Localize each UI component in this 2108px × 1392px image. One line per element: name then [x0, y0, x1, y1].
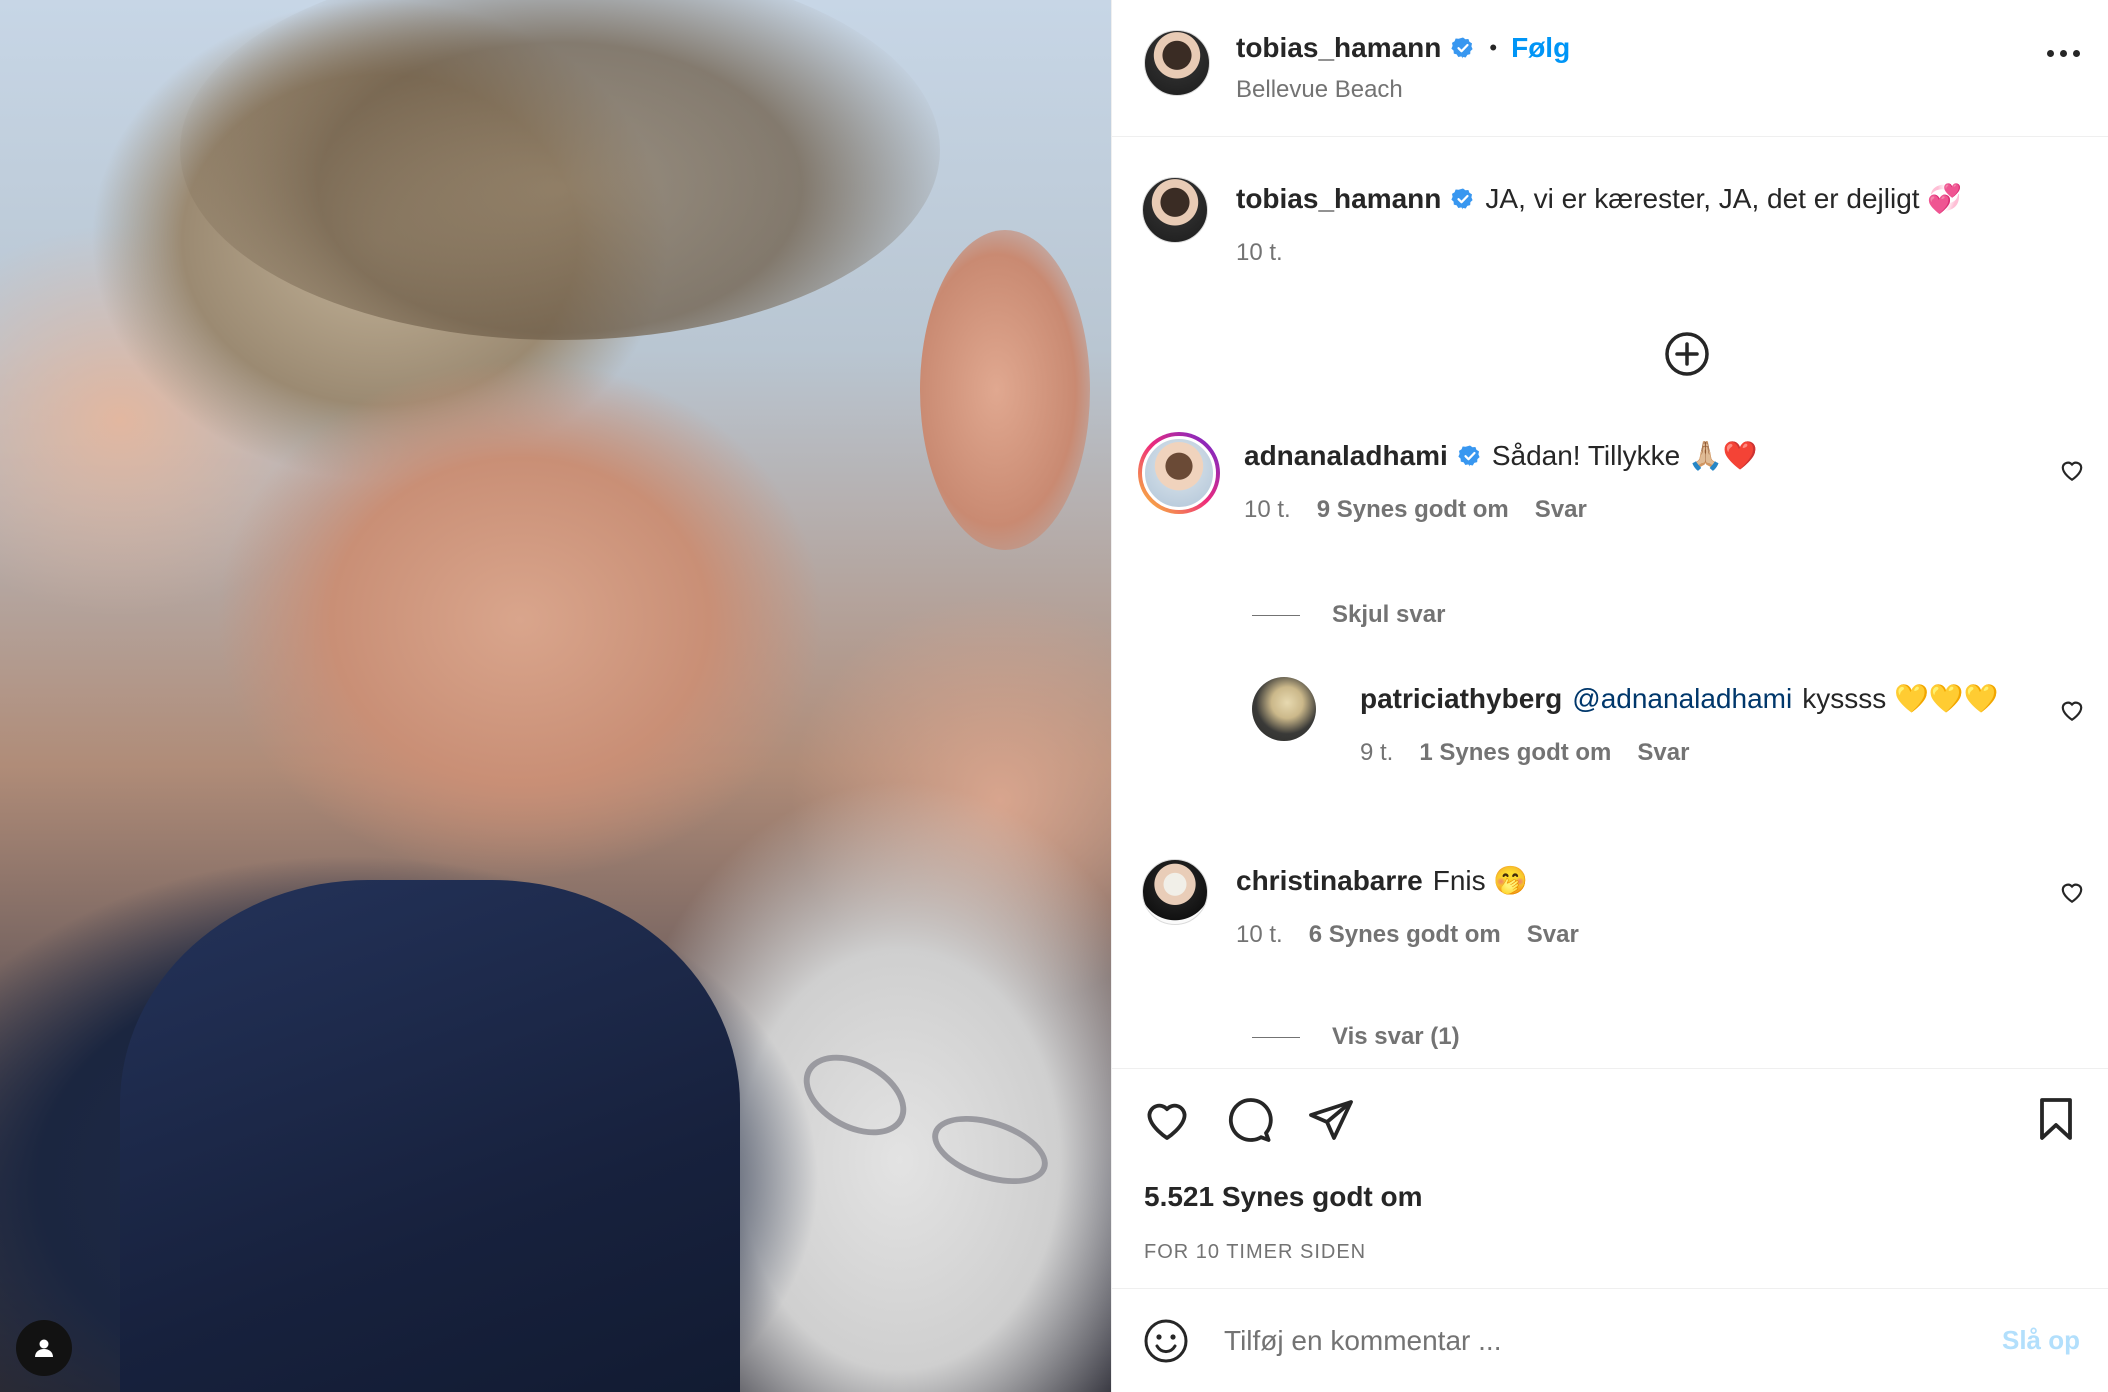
comment-input[interactable] — [1224, 1324, 2002, 1357]
caption-time: 10 t. — [1236, 239, 1283, 266]
post-comment-button[interactable]: Slå op — [2002, 1325, 2080, 1356]
author-avatar[interactable] — [1144, 30, 1210, 96]
comment-text: Fnis 🤭 — [1432, 865, 1529, 896]
instagram-post-modal: tobias_hamann • Følg Bellevue Beach tobi… — [0, 0, 2108, 1392]
comment-username[interactable]: christinabarre — [1236, 859, 1423, 903]
hide-replies-toggle[interactable]: Skjul svar — [1252, 601, 1445, 629]
reply-button[interactable]: Svar — [1535, 496, 1587, 524]
reply-like-heart-icon[interactable] — [2059, 697, 2085, 723]
comment-likes[interactable]: 6 Synes godt om — [1309, 921, 1501, 949]
reply-username[interactable]: patriciathyberg — [1360, 677, 1562, 721]
comment-username[interactable]: adnanaladhami — [1244, 434, 1448, 478]
comment-likes[interactable]: 9 Synes godt om — [1317, 496, 1509, 524]
separator-dot: • — [1489, 35, 1498, 60]
commenter-avatar[interactable] — [1138, 432, 1220, 514]
tagged-users-button[interactable] — [16, 1320, 72, 1376]
post-location[interactable]: Bellevue Beach — [1236, 76, 1570, 104]
reply-time: 9 t. — [1360, 739, 1394, 766]
comment-time: 10 t. — [1244, 496, 1291, 523]
comment-text: Sådan! Tillykke 🙏🏼❤️ — [1491, 440, 1758, 471]
reply-button[interactable]: Svar — [1637, 739, 1689, 767]
photo-detail — [790, 1038, 920, 1152]
post-timestamp: FOR 10 TIMER SIDEN — [1144, 1241, 1367, 1263]
emoji-icon[interactable] — [1142, 1317, 1190, 1365]
add-comment-bar: Slå op — [1112, 1288, 2108, 1392]
follow-button[interactable]: Følg — [1511, 32, 1570, 64]
like-button[interactable] — [1142, 1095, 1192, 1145]
author-avatar[interactable] — [1142, 177, 1208, 243]
comments-list[interactable]: tobias_hamann JA, vi er kærester, JA, de… — [1112, 137, 2108, 1068]
view-replies-label: Vis svar (1) — [1332, 1023, 1460, 1050]
photo-detail — [180, 0, 940, 340]
caption-text: JA, vi er kærester, JA, det er dejligt 💞 — [1485, 183, 1963, 214]
verified-icon — [1458, 444, 1482, 468]
user-tag-icon — [35, 1339, 53, 1357]
share-icon — [1309, 1100, 1353, 1140]
comment-like-heart-icon[interactable] — [2059, 457, 2085, 483]
replier-avatar[interactable] — [1252, 677, 1316, 741]
reply-mention[interactable]: @adnanaladhami — [1572, 677, 1792, 721]
save-button[interactable] — [2032, 1095, 2082, 1145]
share-button[interactable] — [1306, 1095, 1356, 1145]
view-replies-toggle[interactable]: Vis svar (1) — [1252, 1023, 1460, 1051]
post-photo[interactable] — [0, 0, 1111, 1392]
post-caption: tobias_hamann JA, vi er kærester, JA, de… — [1142, 177, 1962, 267]
verified-icon — [1451, 36, 1475, 60]
reply-text: kyssss 💛💛💛 — [1802, 683, 1999, 714]
comment-like-heart-icon[interactable] — [2059, 879, 2085, 905]
likes-count[interactable]: 5.521 Synes godt om — [1144, 1181, 1423, 1213]
hide-replies-label: Skjul svar — [1332, 601, 1446, 628]
comment-icon — [1228, 1098, 1273, 1142]
load-more-icon[interactable] — [1663, 330, 1711, 378]
bookmark-icon — [2040, 1098, 2072, 1140]
post-actions: 5.521 Synes godt om FOR 10 TIMER SIDEN — [1112, 1068, 2108, 1288]
more-options-icon[interactable] — [2047, 50, 2080, 57]
comment-time: 10 t. — [1236, 921, 1283, 948]
heart-icon — [1147, 1103, 1187, 1140]
commenter-avatar[interactable] — [1142, 859, 1208, 925]
post-header: tobias_hamann • Følg Bellevue Beach — [1112, 0, 2108, 137]
caption-username[interactable]: tobias_hamann — [1236, 177, 1441, 221]
photo-detail — [920, 230, 1090, 550]
verified-icon — [1451, 187, 1475, 211]
author-username[interactable]: tobias_hamann — [1236, 32, 1441, 64]
reply-button[interactable]: Svar — [1527, 921, 1579, 949]
comment-item: adnanaladhami Sådan! Tillykke 🙏🏼❤️ 10 t.… — [1138, 432, 1758, 524]
comment-item: christinabarre Fnis 🤭 10 t. 6 Synes godt… — [1142, 859, 1579, 949]
post-details-panel: tobias_hamann • Følg Bellevue Beach tobi… — [1111, 0, 2108, 1392]
photo-detail — [923, 1102, 1057, 1198]
author-meta: tobias_hamann • Følg Bellevue Beach — [1236, 32, 1570, 104]
reply-item: patriciathyberg @adnanaladhami kyssss 💛💛… — [1252, 677, 1999, 767]
reply-likes[interactable]: 1 Synes godt om — [1419, 739, 1611, 767]
photo-detail — [120, 880, 740, 1392]
comment-button[interactable] — [1224, 1095, 1274, 1145]
